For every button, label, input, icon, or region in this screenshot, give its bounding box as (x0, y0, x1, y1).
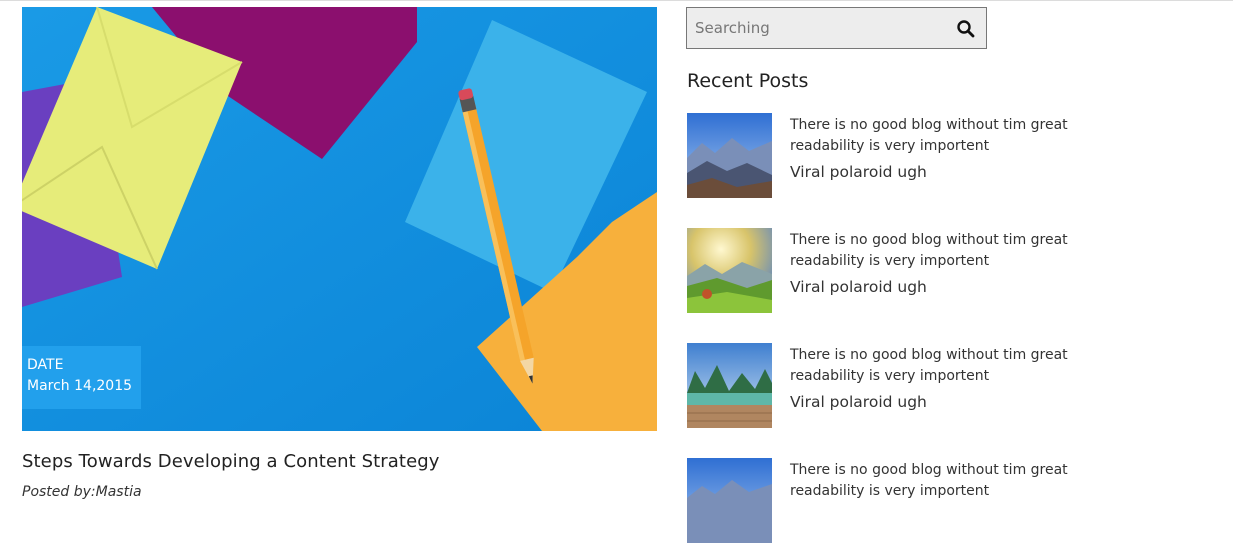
recent-post-link[interactable]: Viral polaroid ugh (790, 278, 927, 296)
search-input[interactable] (687, 8, 945, 48)
recent-post-thumbnail[interactable] (687, 113, 772, 198)
recent-post-excerpt: There is no good blog without tim great … (790, 462, 1068, 499)
recent-post-excerpt: There is no good blog without tim great … (790, 232, 1068, 269)
recent-post-item[interactable]: There is no good blog without tim great … (687, 343, 1147, 433)
recent-post-excerpt: There is no good blog without tim great … (790, 347, 1068, 384)
recent-post-thumbnail[interactable] (687, 343, 772, 428)
top-divider (0, 0, 1233, 1)
recent-post-excerpt: There is no good blog without tim great … (790, 117, 1068, 154)
recent-post-link[interactable]: Viral polaroid ugh (790, 163, 927, 181)
date-value: March 14,2015 (27, 378, 133, 394)
featured-post-image[interactable]: DATE March 14,2015 (22, 7, 657, 431)
date-label: DATE (27, 357, 64, 373)
recent-post-item[interactable]: There is no good blog without tim great … (687, 458, 1147, 548)
recent-post-thumbnail[interactable] (687, 458, 772, 543)
search-box (686, 7, 987, 49)
recent-posts-heading: Recent Posts (687, 70, 809, 92)
search-icon[interactable] (956, 19, 976, 39)
date-badge: DATE March 14,2015 (22, 346, 141, 409)
recent-post-item[interactable]: There is no good blog without tim great … (687, 113, 1147, 203)
recent-post-item[interactable]: There is no good blog without tim great … (687, 228, 1147, 318)
recent-post-link[interactable]: Viral polaroid ugh (790, 393, 927, 411)
post-title-link[interactable]: Steps Towards Developing a Content Strat… (22, 451, 440, 472)
recent-post-thumbnail[interactable] (687, 228, 772, 313)
